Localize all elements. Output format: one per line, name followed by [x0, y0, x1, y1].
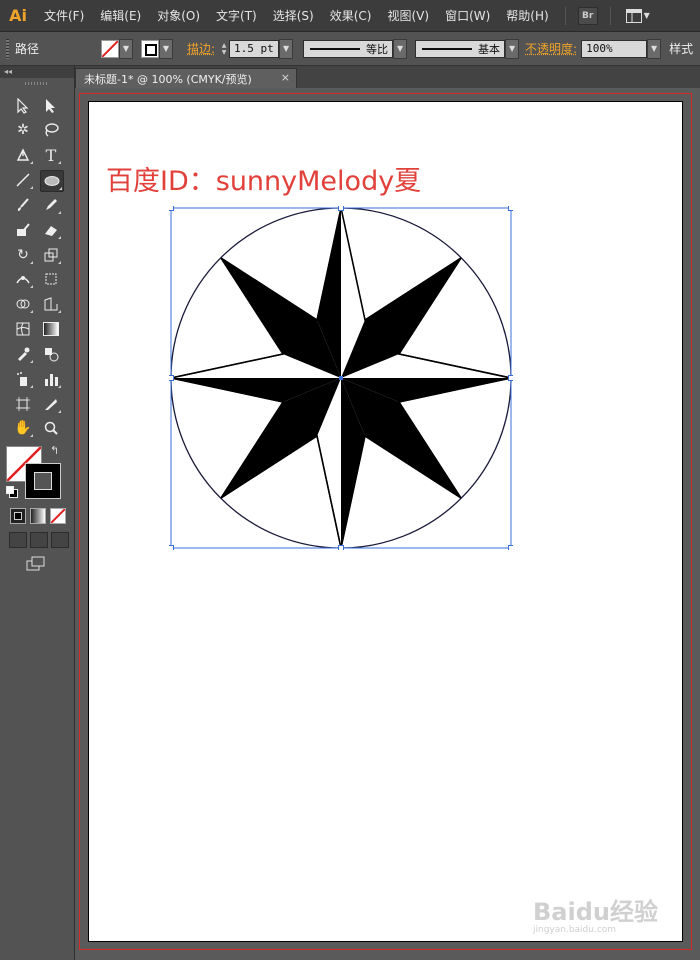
chevron-down-icon: ▼: [643, 11, 650, 20]
line-segment-tool-icon[interactable]: [12, 170, 34, 190]
scale-tool-icon[interactable]: [40, 245, 62, 265]
gradient-mode-icon[interactable]: [30, 508, 46, 524]
stroke-profile-value: 等比: [366, 42, 389, 56]
color-mode-icon[interactable]: [10, 508, 26, 524]
zoom-tool-icon[interactable]: [40, 418, 62, 438]
chevron-down-icon[interactable]: ▼: [647, 38, 662, 59]
tools-panel-collapse[interactable]: ◂◂: [0, 66, 74, 78]
screen-mode-icon[interactable]: [26, 556, 46, 575]
menu-view[interactable]: 视图(V): [379, 7, 437, 24]
stroke-weight-input[interactable]: 1.5 pt: [229, 39, 280, 58]
close-icon[interactable]: ×: [281, 71, 290, 84]
selection-tool-icon[interactable]: [12, 96, 34, 116]
up-arrow-icon[interactable]: ▲: [222, 42, 227, 49]
shape-builder-tool-icon[interactable]: [12, 294, 34, 314]
chevron-down-icon[interactable]: ▼: [279, 38, 294, 59]
document-tab-title: 未标题-1* @ 100% (CMYK/预览): [84, 72, 252, 86]
rotate-tool-icon[interactable]: ↻: [12, 245, 34, 265]
panel-grip[interactable]: [25, 82, 47, 85]
menu-type[interactable]: 文字(T): [208, 7, 265, 24]
menu-divider: [564, 6, 566, 25]
direct-selection-tool-icon[interactable]: [40, 96, 62, 116]
chevron-down-icon[interactable]: ▼: [119, 38, 133, 59]
menu-select[interactable]: 选择(S): [265, 7, 322, 24]
artboard[interactable]: 百度ID：sunnyMelody夏 Baidu经验 jingyan.baidu.…: [88, 101, 683, 942]
stroke-line-preview: [310, 47, 361, 50]
paintbrush-tool-icon[interactable]: [12, 195, 34, 215]
fill-color-control[interactable]: ▼: [101, 38, 133, 59]
gradient-tool-icon[interactable]: [40, 319, 62, 339]
perspective-grid-tool-icon[interactable]: [40, 294, 62, 314]
magic-wand-tool-icon[interactable]: ✲: [12, 120, 34, 140]
stroke-weight-stepper[interactable]: ▲ ▼: [219, 40, 229, 58]
control-bar: 路径 ▼ ▼ 描边: ▲ ▼ 1.5 pt ▼ 等比 ▼ 基本 ▼ 不透明度: …: [0, 32, 700, 66]
menu-help[interactable]: 帮助(H): [498, 7, 556, 24]
default-fill-stroke-icon[interactable]: [6, 486, 18, 498]
stroke-label[interactable]: 描边:: [187, 40, 215, 57]
menu-object[interactable]: 对象(O): [149, 7, 208, 24]
brush-line-preview: [422, 47, 473, 50]
width-tool-icon[interactable]: [12, 269, 34, 289]
opacity-input[interactable]: 100%: [581, 39, 648, 58]
variable-width-profile-select[interactable]: 等比: [303, 39, 394, 58]
menu-divider: [609, 6, 611, 25]
draw-behind-icon[interactable]: [30, 532, 48, 548]
pencil-tool-icon[interactable]: [40, 195, 62, 215]
blob-brush-tool-icon[interactable]: [12, 220, 34, 240]
draw-normal-icon[interactable]: [9, 532, 27, 548]
swap-fill-stroke-icon[interactable]: ↰: [50, 444, 59, 457]
menu-effect[interactable]: 效果(C): [322, 7, 380, 24]
artboard-tool-icon[interactable]: [12, 394, 34, 414]
type-tool-icon[interactable]: T: [40, 145, 62, 165]
symbol-sprayer-tool-icon[interactable]: [12, 369, 34, 389]
brush-definition-select[interactable]: 基本: [415, 39, 506, 58]
workspace-layout-icon: [625, 8, 642, 23]
fill-none-swatch[interactable]: [101, 39, 119, 58]
none-mode-icon[interactable]: [50, 508, 66, 524]
hand-tool-icon[interactable]: ✋: [12, 418, 34, 438]
style-label[interactable]: 样式: [669, 40, 693, 57]
free-transform-tool-icon[interactable]: [40, 269, 62, 289]
canvas[interactable]: 百度ID：sunnyMelody夏 Baidu经验 jingyan.baidu.…: [75, 88, 700, 960]
eraser-tool-icon[interactable]: [40, 220, 62, 240]
none-slash-icon: [102, 40, 118, 57]
tools-panel: ◂◂ ✲ T ↻ ✋ ↰: [0, 66, 75, 960]
slice-tool-icon[interactable]: [40, 394, 62, 414]
compass-star-artwork[interactable]: [169, 206, 513, 550]
eyedropper-tool-icon[interactable]: [12, 344, 34, 364]
stroke-swatch-large[interactable]: [25, 463, 61, 499]
chevron-down-icon[interactable]: ▼: [159, 38, 173, 59]
stroke-black-swatch[interactable]: [141, 39, 159, 58]
panel-grip[interactable]: [6, 38, 9, 59]
column-graph-tool-icon[interactable]: [40, 369, 62, 389]
document-tab-bar: 未标题-1* @ 100% (CMYK/预览) ×: [75, 66, 700, 88]
down-arrow-icon[interactable]: ▼: [222, 49, 227, 56]
chevron-down-icon[interactable]: ▼: [393, 38, 408, 59]
app-logo: Ai: [9, 6, 27, 25]
blend-tool-icon[interactable]: [40, 344, 62, 364]
watermark-brand: Baidu经验: [533, 898, 658, 926]
workspace-switcher-button[interactable]: ▼: [623, 7, 653, 25]
bridge-button[interactable]: Br: [577, 6, 598, 25]
menu-window[interactable]: 窗口(W): [437, 7, 498, 24]
menu-file[interactable]: 文件(F): [36, 7, 92, 24]
ellipse-tool-icon[interactable]: [40, 170, 64, 192]
opacity-label[interactable]: 不透明度:: [525, 40, 577, 57]
brush-profile-value: 基本: [478, 42, 501, 56]
document-tab[interactable]: 未标题-1* @ 100% (CMYK/预览) ×: [75, 68, 297, 88]
menu-bar: Ai 文件(F) 编辑(E) 对象(O) 文字(T) 选择(S) 效果(C) 视…: [0, 0, 700, 32]
pen-tool-icon[interactable]: [12, 145, 34, 165]
lasso-tool-icon[interactable]: [40, 120, 62, 140]
selection-type-label: 路径: [15, 42, 40, 56]
baidu-jingyan-watermark: Baidu经验 jingyan.baidu.com: [533, 892, 658, 935]
stroke-color-control[interactable]: ▼: [141, 38, 173, 59]
mesh-tool-icon[interactable]: [12, 319, 34, 339]
artboard-text[interactable]: 百度ID：sunnyMelody夏: [106, 159, 421, 198]
menu-edit[interactable]: 编辑(E): [92, 7, 149, 24]
chevron-down-icon[interactable]: ▼: [505, 38, 520, 59]
draw-inside-icon[interactable]: [51, 532, 69, 548]
